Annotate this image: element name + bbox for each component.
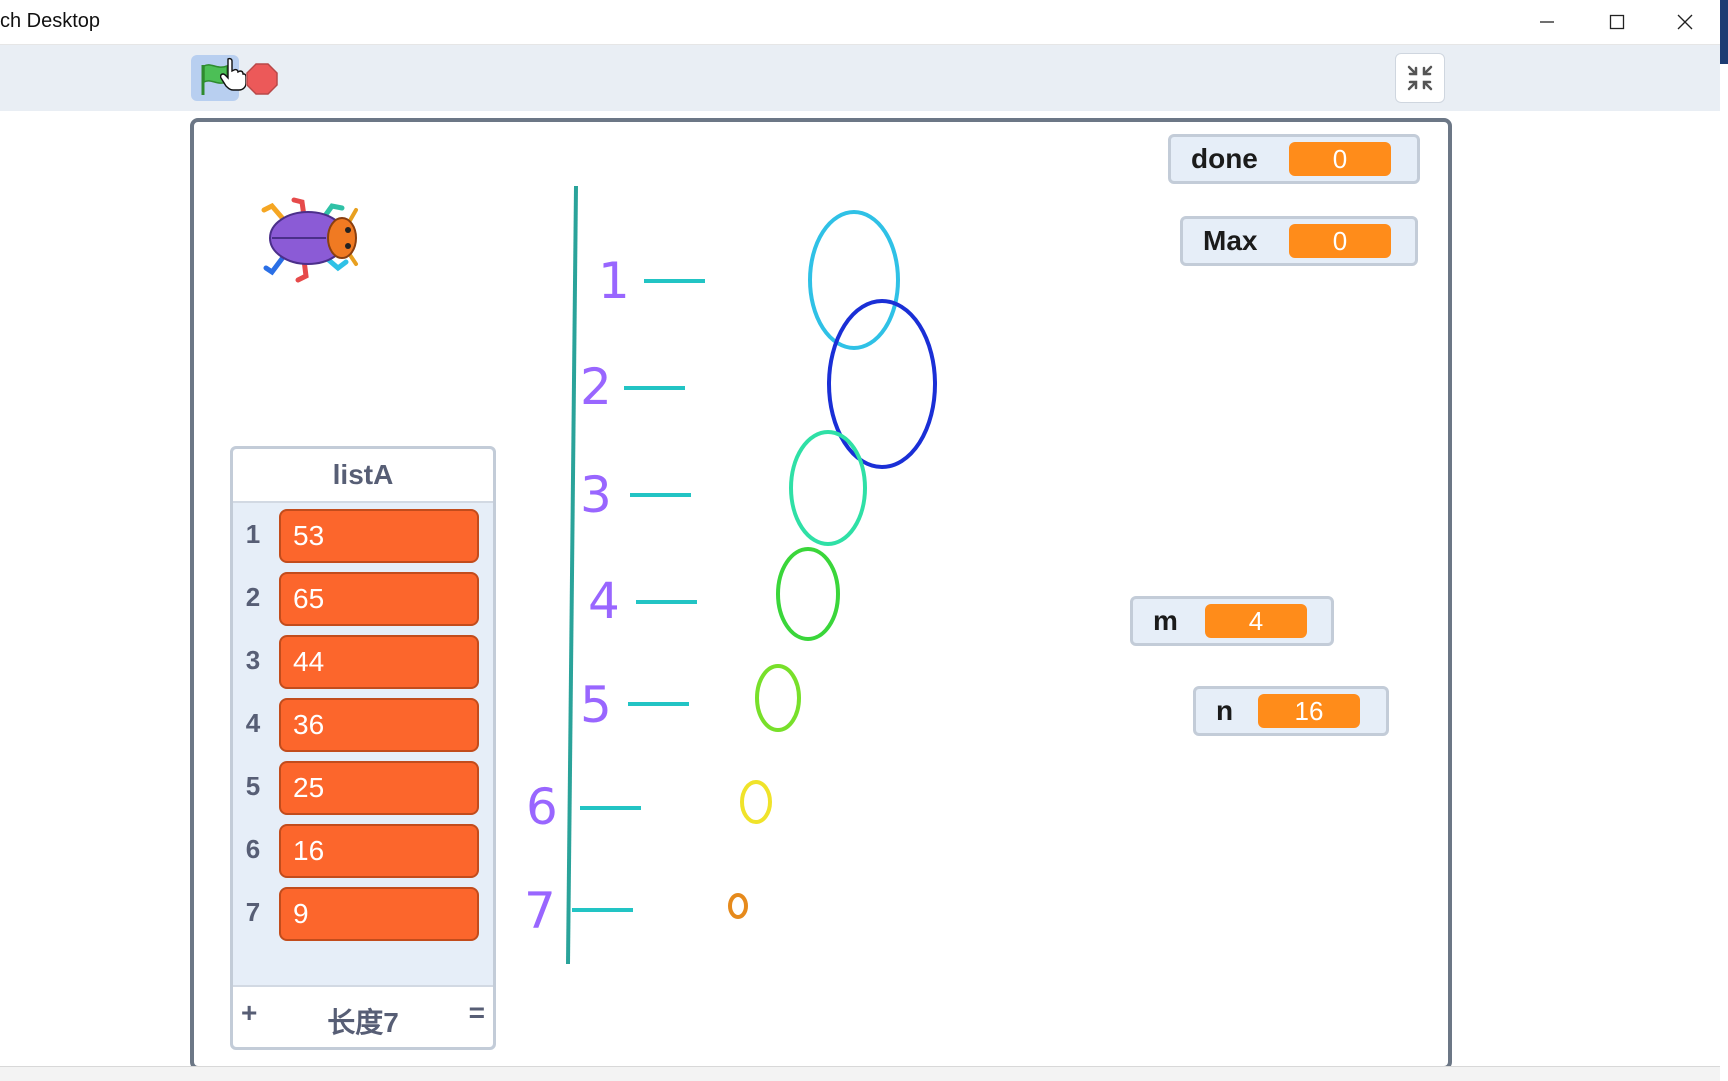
list-item-index: 4 [245, 708, 261, 738]
list-resize-handle[interactable]: = [469, 997, 485, 1029]
close-button[interactable] [1650, 0, 1720, 44]
list-item-index: 6 [245, 834, 261, 864]
exit-fullscreen-button[interactable] [1395, 53, 1445, 103]
pen-ellipse [755, 664, 801, 732]
list-item[interactable]: 7 9 [233, 883, 493, 941]
list-item-index: 1 [245, 519, 261, 549]
taskbar-edge [0, 1066, 1720, 1081]
list-item-index: 5 [245, 771, 261, 801]
list-item-value[interactable]: 16 [279, 824, 479, 878]
list-item-value[interactable]: 9 [279, 887, 479, 941]
close-icon [1677, 14, 1693, 30]
list-item-value[interactable]: 44 [279, 635, 479, 689]
minimize-icon [1540, 21, 1554, 23]
stage[interactable]: 1 2 3 4 5 6 7 done 0 Max 0 m 4 n 16 list… [190, 118, 1452, 1070]
list-monitor[interactable]: listA 1 53 2 65 3 44 4 36 5 25 6 16 7 9 [230, 446, 496, 1050]
hand-cursor-icon [219, 57, 247, 91]
list-item[interactable]: 3 44 [233, 631, 493, 689]
unfullscreen-icon [1407, 65, 1433, 91]
monitor-max[interactable]: Max 0 [1180, 216, 1418, 266]
ruler-label: 6 [526, 778, 558, 836]
ruler-label: 4 [588, 572, 620, 630]
ruler-label: 5 [580, 676, 612, 734]
list-item-value[interactable]: 25 [279, 761, 479, 815]
monitor-value: 4 [1205, 604, 1307, 638]
pen-ellipse [827, 299, 937, 469]
ruler-label: 2 [580, 358, 612, 416]
monitor-label: n [1216, 695, 1234, 726]
list-item[interactable]: 5 25 [233, 757, 493, 815]
monitor-value: 0 [1289, 142, 1391, 176]
list-item-value[interactable]: 53 [279, 509, 479, 563]
stop-button[interactable] [246, 63, 278, 95]
list-length: 长度7 [327, 1007, 399, 1038]
monitor-done[interactable]: done 0 [1168, 134, 1420, 184]
list-item[interactable]: 6 16 [233, 820, 493, 878]
maximize-button[interactable] [1582, 0, 1652, 44]
beetle-sprite [261, 197, 358, 283]
maximize-icon [1609, 14, 1625, 30]
ruler-label: 1 [598, 252, 630, 310]
list-item-value[interactable]: 36 [279, 698, 479, 752]
pen-ellipse [740, 780, 772, 824]
list-item[interactable]: 1 53 [233, 505, 493, 563]
list-item-index: 3 [245, 645, 261, 675]
pen-ellipse [776, 547, 840, 641]
monitor-label: m [1153, 605, 1178, 636]
list-item[interactable]: 4 36 [233, 694, 493, 752]
monitor-value: 16 [1258, 694, 1360, 728]
stage-toolbar [0, 45, 1720, 111]
monitor-label: Max [1203, 225, 1258, 256]
window-title: ch Desktop [0, 10, 101, 32]
list-item[interactable]: 2 65 [233, 568, 493, 626]
list-item-index: 7 [245, 897, 261, 927]
monitor-label: done [1191, 143, 1258, 174]
stop-icon [246, 63, 278, 95]
ruler-axis [566, 185, 578, 965]
minimize-button[interactable] [1512, 0, 1582, 44]
list-item-index: 2 [245, 582, 261, 612]
window-edge-accent [1720, 0, 1728, 64]
list-footer: + 长度7 = [233, 985, 493, 1047]
ruler-label: 3 [580, 466, 612, 524]
pen-ellipse [789, 430, 867, 546]
monitor-value: 0 [1289, 224, 1391, 258]
pen-ellipse [728, 893, 748, 919]
list-item-value[interactable]: 65 [279, 572, 479, 626]
monitor-n[interactable]: n 16 [1193, 686, 1389, 736]
monitor-m[interactable]: m 4 [1130, 596, 1334, 646]
pen-ellipse [808, 210, 900, 350]
list-title: listA [233, 449, 493, 503]
ruler-label: 7 [524, 882, 556, 940]
title-bar: ch Desktop [0, 0, 1720, 45]
